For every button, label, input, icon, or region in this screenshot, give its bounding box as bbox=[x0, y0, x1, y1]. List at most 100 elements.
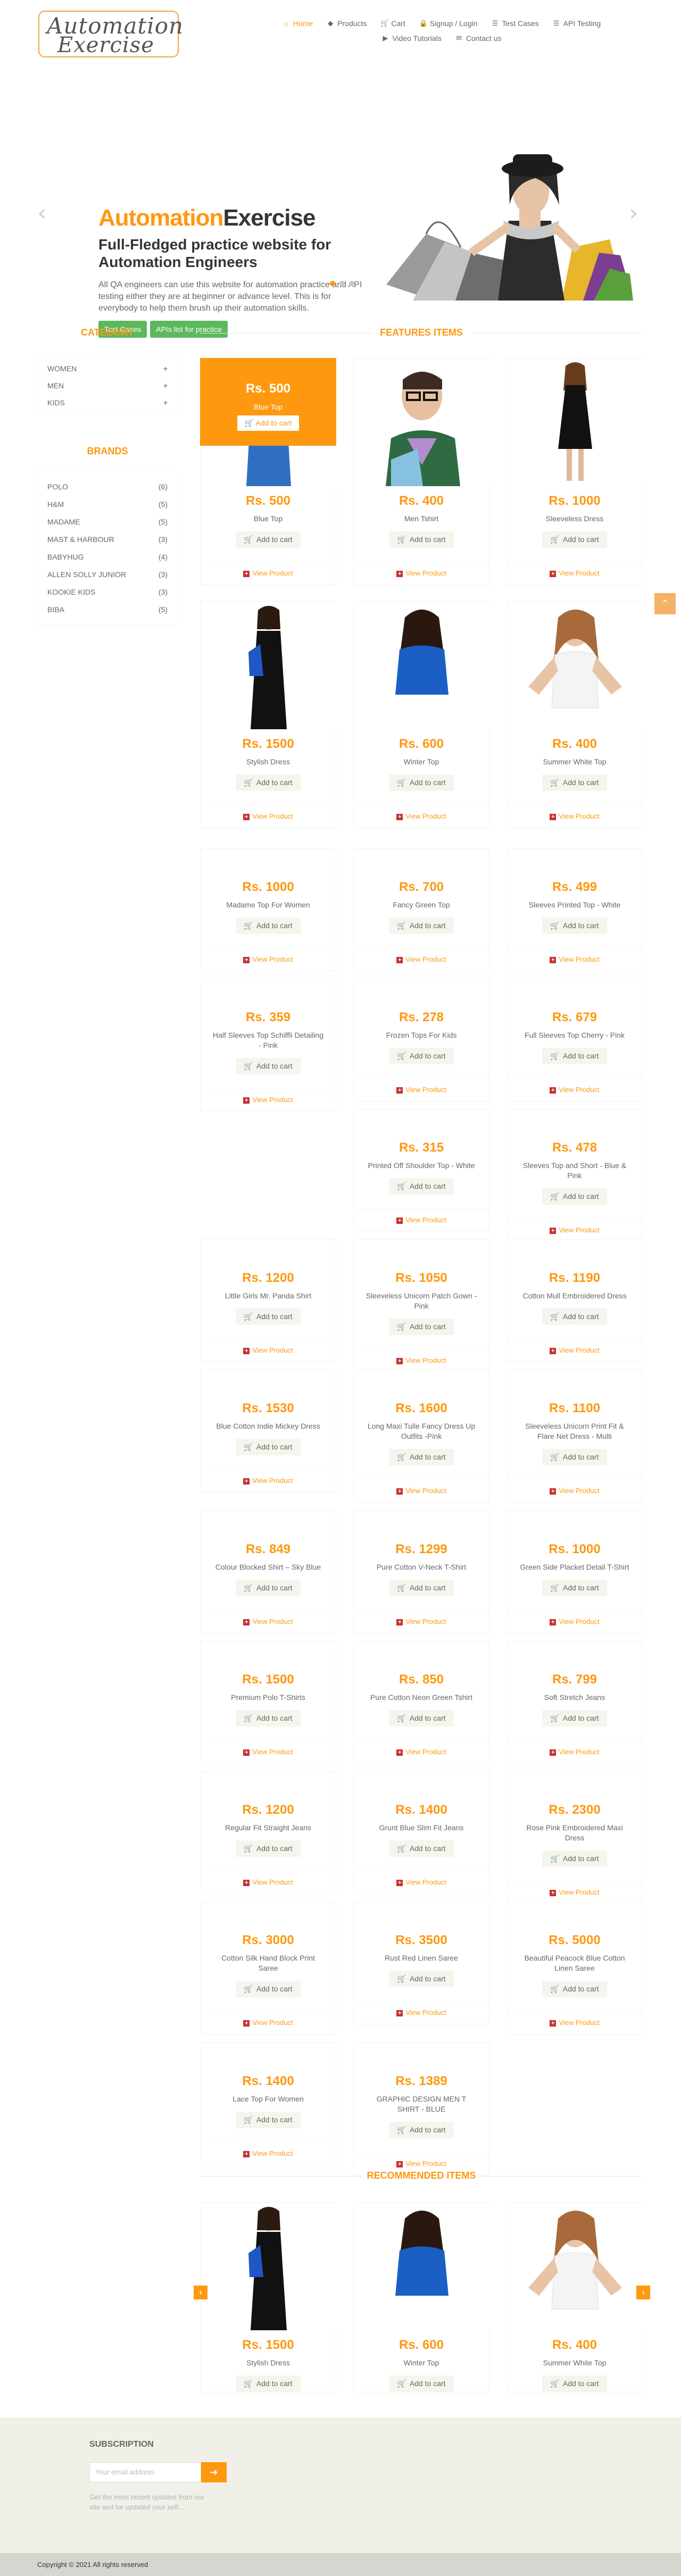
add-to-cart-button[interactable]: 🛒 Add to cart bbox=[389, 1971, 454, 1987]
view-product-link[interactable]: + View Product bbox=[354, 1871, 489, 1894]
overlay-add-to-cart-button[interactable]: 🛒 Add to cart bbox=[237, 415, 300, 431]
view-product-link[interactable]: + View Product bbox=[507, 562, 642, 585]
brand-item[interactable]: BIBA (5) bbox=[47, 601, 168, 618]
add-to-cart-button[interactable]: 🛒 Add to cart bbox=[236, 1580, 301, 1596]
nav-video-tutorials[interactable]: ▶ Video Tutorials bbox=[381, 34, 441, 43]
brand-item[interactable]: POLO (6) bbox=[47, 478, 168, 495]
view-product-link[interactable]: + View Product bbox=[354, 1208, 489, 1231]
add-to-cart-button[interactable]: 🛒 Add to cart bbox=[389, 531, 454, 548]
category-kids[interactable]: KIDS + bbox=[47, 394, 168, 411]
add-to-cart-button[interactable]: 🛒 Add to cart bbox=[542, 1308, 607, 1325]
view-product-link[interactable]: + View Product bbox=[354, 1479, 489, 1502]
view-product-link[interactable]: + View Product bbox=[354, 805, 489, 828]
view-product-link[interactable]: + View Product bbox=[507, 948, 642, 971]
view-product-link[interactable]: + View Product bbox=[354, 1349, 489, 1372]
recommended-next-button[interactable]: › bbox=[636, 2286, 650, 2299]
brand-item[interactable]: KOOKIE KIDS (3) bbox=[47, 583, 168, 601]
brand-item[interactable]: MAST & HARBOUR (3) bbox=[47, 530, 168, 548]
view-product-link[interactable]: + View Product bbox=[507, 1219, 642, 1241]
category-men[interactable]: MEN + bbox=[47, 377, 168, 394]
add-to-cart-button[interactable]: 🛒 Add to cart bbox=[542, 918, 607, 934]
plus-icon[interactable]: + bbox=[163, 364, 168, 373]
view-product-link[interactable]: + View Product bbox=[201, 805, 336, 828]
nav-api-testing[interactable]: ☰ API Testing bbox=[553, 19, 601, 28]
add-to-cart-button[interactable]: 🛒 Add to cart bbox=[389, 1178, 454, 1195]
nav-products[interactable]: ◆ Products bbox=[327, 19, 367, 28]
view-product-link[interactable]: + View Product bbox=[507, 1610, 642, 1633]
subscribe-button[interactable]: ➔ bbox=[201, 2462, 227, 2482]
add-to-cart-button[interactable]: 🛒 Add to cart bbox=[236, 1308, 301, 1325]
view-product-link[interactable]: + View Product bbox=[354, 1078, 489, 1101]
add-to-cart-button[interactable]: 🛒 Add to cart bbox=[542, 1048, 607, 1064]
add-to-cart-button[interactable]: 🛒 Add to cart bbox=[542, 531, 607, 548]
slider-dot-3[interactable] bbox=[349, 281, 354, 286]
brand-item[interactable]: H&M (5) bbox=[47, 495, 168, 513]
add-to-cart-button[interactable]: 🛒 Add to cart bbox=[236, 774, 301, 791]
nav-cart[interactable]: 🛒 Cart bbox=[380, 19, 405, 28]
view-product-link[interactable]: + View Product bbox=[354, 1740, 489, 1763]
view-product-link[interactable]: + View Product bbox=[201, 1610, 336, 1633]
add-to-cart-button[interactable]: 🛒 Add to cart bbox=[236, 1439, 301, 1455]
add-to-cart-button[interactable]: 🛒 Add to cart bbox=[236, 918, 301, 934]
add-to-cart-button[interactable]: 🛒 Add to cart bbox=[542, 2375, 607, 2392]
view-product-link[interactable]: + View Product bbox=[201, 2142, 336, 2165]
view-product-link[interactable]: + View Product bbox=[507, 1881, 642, 1904]
category-women[interactable]: WOMEN + bbox=[47, 360, 168, 377]
add-to-cart-button[interactable]: 🛒 Add to cart bbox=[389, 1449, 454, 1465]
add-to-cart-button[interactable]: 🛒 Add to cart bbox=[389, 1319, 454, 1335]
view-product-link[interactable]: + View Product bbox=[507, 805, 642, 828]
add-to-cart-button[interactable]: 🛒 Add to cart bbox=[542, 1580, 607, 1596]
brand-item[interactable]: ALLEN SOLLY JUNIOR (3) bbox=[47, 565, 168, 583]
view-product-link[interactable]: + View Product bbox=[507, 1740, 642, 1763]
view-product-link[interactable]: + View Product bbox=[201, 1469, 336, 1492]
view-product-link[interactable]: + View Product bbox=[201, 1740, 336, 1763]
view-product-link[interactable]: + View Product bbox=[201, 1088, 336, 1111]
add-to-cart-button[interactable]: 🛒 Add to cart bbox=[236, 2112, 301, 2128]
add-to-cart-button[interactable]: 🛒 Add to cart bbox=[389, 1580, 454, 1596]
view-product-link[interactable]: + View Product bbox=[201, 2011, 336, 2034]
add-to-cart-button[interactable]: 🛒 Add to cart bbox=[236, 1710, 301, 1727]
view-product-link[interactable]: + View Product bbox=[201, 948, 336, 971]
view-product-link[interactable]: + View Product bbox=[354, 562, 489, 585]
add-to-cart-button[interactable]: 🛒 Add to cart bbox=[542, 1449, 607, 1465]
slider-prev-button[interactable]: ‹ bbox=[37, 199, 47, 227]
recommended-prev-button[interactable]: ‹ bbox=[194, 2286, 207, 2299]
add-to-cart-button[interactable]: 🛒 Add to cart bbox=[389, 1840, 454, 1857]
add-to-cart-button[interactable]: 🛒 Add to cart bbox=[389, 2122, 454, 2138]
plus-icon[interactable]: + bbox=[163, 398, 168, 407]
add-to-cart-button[interactable]: 🛒 Add to cart bbox=[236, 2375, 301, 2392]
scroll-up-button[interactable]: ⌃ bbox=[654, 593, 676, 614]
view-product-link[interactable]: + View Product bbox=[507, 2011, 642, 2034]
view-product-link[interactable]: + View Product bbox=[354, 1610, 489, 1633]
brand-item[interactable]: BABYHUG (4) bbox=[47, 548, 168, 565]
add-to-cart-button[interactable]: 🛒 Add to cart bbox=[389, 774, 454, 791]
add-to-cart-button[interactable]: 🛒 Add to cart bbox=[542, 1188, 607, 1205]
brand-item[interactable]: MADAME (5) bbox=[47, 513, 168, 530]
add-to-cart-button[interactable]: 🛒 Add to cart bbox=[389, 1710, 454, 1727]
add-to-cart-button[interactable]: 🛒 Add to cart bbox=[542, 774, 607, 791]
product-hover-overlay[interactable]: Rs. 500 Blue Top 🛒 Add to cart bbox=[200, 358, 336, 446]
add-to-cart-button[interactable]: 🛒 Add to cart bbox=[542, 1710, 607, 1727]
nav-home[interactable]: ⌂ Home bbox=[283, 19, 313, 28]
add-to-cart-button[interactable]: 🛒 Add to cart bbox=[236, 1840, 301, 1857]
add-to-cart-button[interactable]: 🛒 Add to cart bbox=[236, 1058, 301, 1074]
view-product-link[interactable]: + View Product bbox=[201, 1339, 336, 1362]
add-to-cart-button[interactable]: 🛒 Add to cart bbox=[389, 918, 454, 934]
view-product-link[interactable]: + View Product bbox=[354, 948, 489, 971]
view-product-link[interactable]: + View Product bbox=[507, 1479, 642, 1502]
view-product-link[interactable]: + View Product bbox=[507, 1339, 642, 1362]
nav-signup-login[interactable]: 🔒 Signup / Login bbox=[419, 19, 478, 28]
add-to-cart-button[interactable]: 🛒 Add to cart bbox=[236, 1981, 301, 1997]
nav-contact-us[interactable]: ✉ Contact us bbox=[455, 34, 501, 43]
nav-test-cases[interactable]: ☰ Test Cases bbox=[491, 19, 539, 28]
add-to-cart-button[interactable]: 🛒 Add to cart bbox=[389, 1048, 454, 1064]
view-product-link[interactable]: + View Product bbox=[201, 562, 336, 585]
slider-dot-1[interactable] bbox=[330, 281, 335, 286]
add-to-cart-button[interactable]: 🛒 Add to cart bbox=[236, 531, 301, 548]
plus-icon[interactable]: + bbox=[163, 381, 168, 390]
add-to-cart-button[interactable]: 🛒 Add to cart bbox=[542, 1850, 607, 1867]
slider-next-button[interactable]: › bbox=[629, 199, 638, 227]
subscribe-email-input[interactable]: Your email address bbox=[89, 2462, 201, 2482]
view-product-link[interactable]: + View Product bbox=[354, 2001, 489, 2024]
view-product-link[interactable]: + View Product bbox=[201, 1871, 336, 1894]
